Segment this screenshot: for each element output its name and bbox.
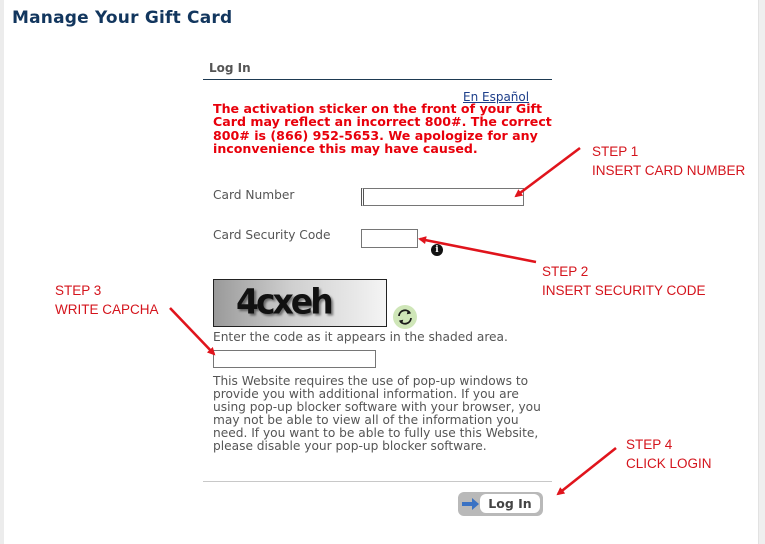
card-number-input[interactable] xyxy=(364,192,523,208)
annotation-step-3-title: STEP 3 xyxy=(55,283,102,298)
card-number-field-wrapper xyxy=(361,188,524,208)
captcha-hint: Enter the code as it appears in the shad… xyxy=(213,330,508,344)
annotation-step-4-title: STEP 4 xyxy=(626,437,673,452)
captcha-field-wrapper xyxy=(213,350,376,370)
captcha-input[interactable] xyxy=(214,354,375,370)
login-button[interactable]: Log In xyxy=(458,492,543,516)
annotation-step-3-text: WRITE CAPCHA xyxy=(55,302,159,317)
login-button-label: Log In xyxy=(480,494,540,513)
arrow-step-4 xyxy=(556,446,617,496)
annotation-step-1-title: STEP 1 xyxy=(592,144,639,159)
annotation-step-2-text: INSERT SECURITY CODE xyxy=(542,283,706,298)
annotation-step-3: STEP 3 WRITE CAPCHA xyxy=(55,281,159,319)
annotation-step-2: STEP 2 INSERT SECURITY CODE xyxy=(542,262,706,300)
annotation-step-1-text: INSERT CARD NUMBER xyxy=(592,163,746,178)
info-icon[interactable]: i xyxy=(431,244,443,256)
security-code-input[interactable] xyxy=(362,232,417,250)
arrow-step-3 xyxy=(169,307,216,356)
refresh-icon[interactable] xyxy=(393,305,417,329)
captcha-text: 4cxeh xyxy=(236,281,334,322)
annotation-step-4: STEP 4 CLICK LOGIN xyxy=(626,435,712,473)
card-number-label: Card Number xyxy=(213,188,295,202)
popup-blocker-note: This Website requires the use of pop-up … xyxy=(213,374,541,453)
security-code-label: Card Security Code xyxy=(213,228,331,242)
annotation-step-4-text: CLICK LOGIN xyxy=(626,456,712,471)
bottom-divider xyxy=(203,481,552,482)
page-title: Manage Your Gift Card xyxy=(12,8,233,28)
security-code-field-wrapper xyxy=(361,229,418,250)
page-scrollbar[interactable] xyxy=(758,0,765,544)
arrow-right-icon xyxy=(462,498,479,510)
login-section-title: Log In xyxy=(209,61,251,75)
page-left-border xyxy=(0,0,4,544)
refresh-icon-glyph xyxy=(398,309,412,325)
captcha-image: 4cxeh xyxy=(213,279,387,327)
phone-number-notice: The activation sticker on the front of y… xyxy=(213,101,552,157)
section-divider xyxy=(203,79,552,80)
annotation-step-2-title: STEP 2 xyxy=(542,264,589,279)
annotation-step-1: STEP 1 INSERT CARD NUMBER xyxy=(592,142,745,180)
